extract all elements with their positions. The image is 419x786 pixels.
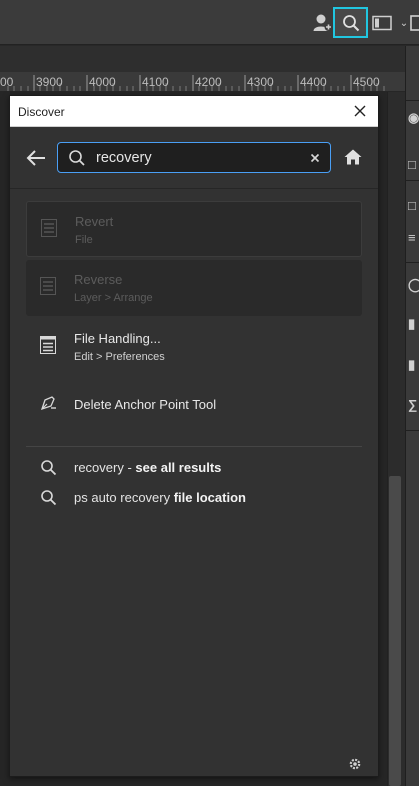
result-subtitle: File xyxy=(75,234,93,246)
list-icon[interactable]: ≡ xyxy=(408,230,419,246)
color-panel-icon[interactable]: ◉ xyxy=(408,110,419,126)
result-subtitle: Layer > Arrange xyxy=(74,292,153,304)
close-icon xyxy=(354,105,366,117)
search-icon xyxy=(41,460,57,476)
gear-icon xyxy=(349,758,361,770)
document-icon xyxy=(39,276,57,296)
search-icon xyxy=(69,150,85,166)
panel-titlebar: Discover xyxy=(10,96,378,127)
workspace-icon xyxy=(372,15,392,31)
ruler-label: 4000 xyxy=(89,75,116,89)
ruler-label: 00 xyxy=(0,75,14,89)
scrollbar-thumb[interactable] xyxy=(389,476,401,786)
result-title: Reverse xyxy=(74,272,123,287)
panel-divider xyxy=(405,430,419,431)
search-row xyxy=(10,127,378,189)
paths-icon[interactable]: ∑ xyxy=(408,397,419,413)
search-input[interactable] xyxy=(96,147,296,169)
clear-icon xyxy=(310,153,320,163)
options-bar-spacer xyxy=(0,46,405,72)
comment-icon[interactable]: □ xyxy=(408,198,419,214)
results-divider xyxy=(26,446,362,447)
document-icon xyxy=(39,335,57,355)
chevron-down-icon[interactable]: ⌄ xyxy=(399,8,409,38)
comment-icon[interactable]: □ xyxy=(408,157,419,173)
ruler-label: 3900 xyxy=(36,75,63,89)
panel-title: Discover xyxy=(18,105,65,119)
result-item[interactable]: File Handling... Edit > Preferences xyxy=(26,319,362,375)
frame-icon[interactable] xyxy=(410,8,419,38)
suggestion-text: recovery - see all results xyxy=(74,460,222,475)
result-item[interactable]: Delete Anchor Point Tool xyxy=(26,377,362,433)
search-suggestion[interactable]: ps auto recovery file location xyxy=(26,486,362,510)
top-app-bar: ⌄ xyxy=(0,0,419,45)
discover-panel: Discover recovery Revert File Reverse La… xyxy=(9,95,379,777)
result-subtitle: Edit > Preferences xyxy=(74,351,165,363)
suggestion-text: ps auto recovery file location xyxy=(74,490,246,505)
search-field[interactable] xyxy=(57,142,331,173)
search-icon xyxy=(342,14,359,31)
add-user-icon xyxy=(313,14,333,31)
adjustments-icon[interactable]: ◯ xyxy=(408,277,419,293)
result-item: Reverse Layer > Arrange xyxy=(26,260,362,316)
ruler-label: 4100 xyxy=(142,75,169,89)
panel-divider xyxy=(405,180,419,181)
workspace-button[interactable] xyxy=(371,8,393,38)
clear-search-button[interactable] xyxy=(306,149,324,167)
pen-delete-icon xyxy=(39,393,57,413)
search-icon xyxy=(41,490,57,506)
ruler-label: 4300 xyxy=(247,75,274,89)
home-button[interactable] xyxy=(342,146,364,168)
horizontal-ruler: 00 3900 4000 4100 4200 4300 4400 4500 xyxy=(0,72,405,92)
result-item: Revert File xyxy=(26,201,362,257)
panel-divider xyxy=(405,262,419,263)
result-title: Delete Anchor Point Tool xyxy=(74,397,217,412)
back-button[interactable] xyxy=(24,147,48,169)
document-icon xyxy=(40,218,58,238)
settings-button[interactable] xyxy=(347,756,363,772)
layers-icon[interactable]: ▮ xyxy=(408,316,419,332)
ruler-label: 4200 xyxy=(195,75,222,89)
result-title: Revert xyxy=(75,214,114,229)
channels-icon[interactable]: ▮ xyxy=(408,357,419,373)
home-icon xyxy=(344,149,362,165)
arrow-left-icon xyxy=(26,150,45,166)
result-title: File Handling... xyxy=(74,331,161,346)
close-button[interactable] xyxy=(348,99,372,123)
ruler-label: 4500 xyxy=(353,75,380,89)
ruler-label: 4400 xyxy=(300,75,327,89)
search-button[interactable] xyxy=(333,7,368,38)
panel-divider xyxy=(405,100,419,101)
search-suggestion[interactable]: recovery - see all results xyxy=(26,456,362,480)
